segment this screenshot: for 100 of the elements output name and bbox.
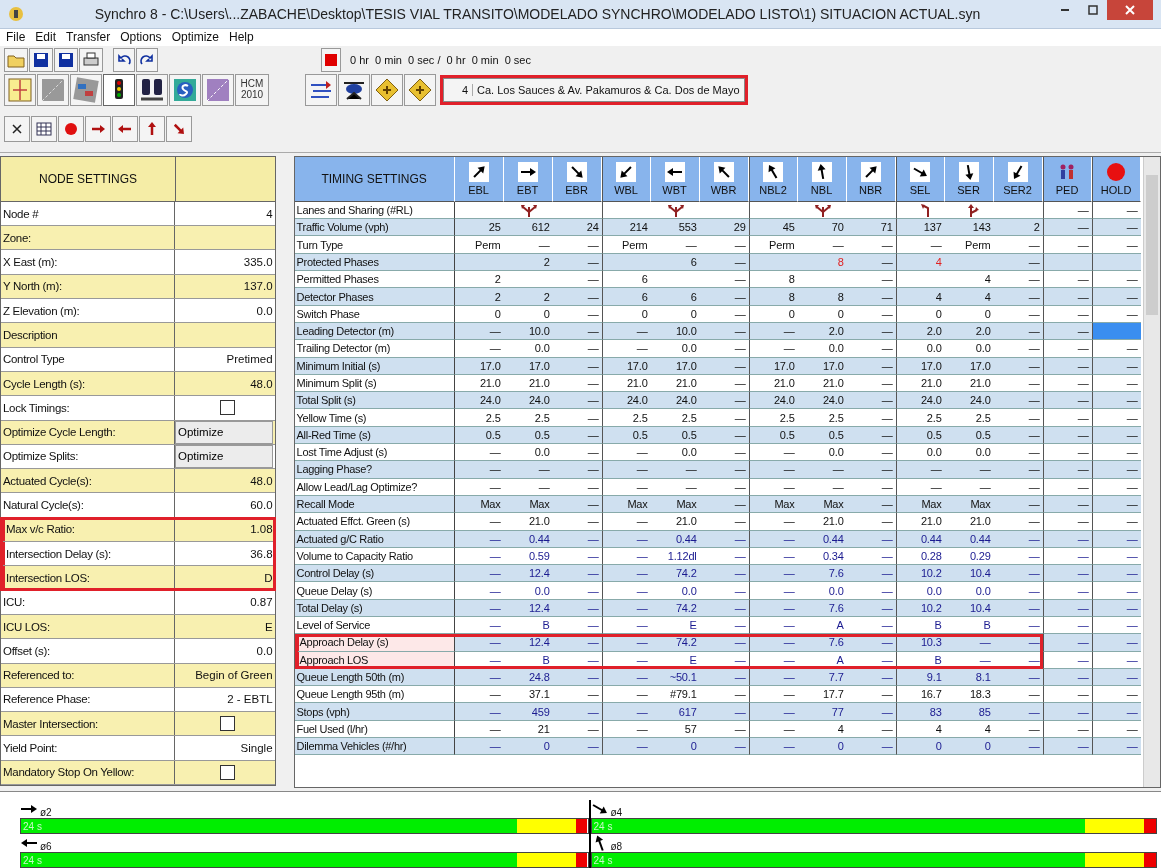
table-cell: 6: [650, 288, 700, 306]
table-cell: —: [1042, 461, 1092, 479]
stop-button[interactable]: [321, 47, 341, 72]
checkbox[interactable]: [219, 764, 235, 780]
table-cell: —: [1091, 288, 1141, 306]
table-cell: —: [993, 478, 1043, 496]
table-cell: —: [1042, 703, 1092, 721]
toolbar-button[interactable]: [79, 47, 103, 72]
toolbar-button[interactable]: [338, 73, 370, 106]
table-cell: —: [454, 340, 504, 358]
setting-value: 137.0: [243, 280, 273, 293]
toolbar-button[interactable]: [136, 73, 168, 106]
letter-s-icon: [172, 76, 198, 103]
table-cell: —: [993, 461, 1043, 479]
hold-icon: [1105, 161, 1128, 182]
node-selector[interactable]: 4 Ca. Los Sauces & Av. Pakamuros & Ca. Dos de Mayo: [443, 77, 745, 102]
toolbar-button[interactable]: [371, 73, 403, 106]
table-cell: —: [748, 513, 798, 531]
table-cell: —: [748, 617, 798, 635]
toolbar-button[interactable]: [404, 73, 436, 106]
close-node-button[interactable]: [4, 115, 30, 142]
redo-button[interactable]: [136, 47, 158, 72]
table-cell: 0.0: [797, 582, 847, 600]
undo-button[interactable]: [113, 47, 135, 72]
close-button[interactable]: [1107, 0, 1153, 20]
menu-item[interactable]: Edit: [35, 30, 57, 45]
row-label: Actuated Effct. Green (s): [294, 513, 455, 531]
table-cell: —: [1091, 565, 1141, 583]
table-cell: —: [748, 565, 798, 583]
table-cell: 6: [601, 288, 651, 306]
table-cell: 0: [601, 305, 651, 323]
toolbar-button[interactable]: [103, 73, 135, 106]
table-cell: —: [454, 617, 504, 635]
toolbar-button[interactable]: [54, 47, 78, 72]
table-cell: 24.0: [748, 392, 798, 410]
table-cell: —: [601, 478, 651, 496]
hcm-button[interactable]: HCM 2010: [235, 73, 269, 106]
table-cell: 0: [503, 738, 553, 756]
setting-label: Intersection LOS:: [1, 566, 175, 590]
row-label: Trailing Detector (m): [294, 340, 455, 358]
column-header: PED: [1042, 156, 1092, 202]
table-cell: —: [552, 236, 602, 254]
checkbox[interactable]: [219, 716, 235, 732]
menu-item[interactable]: Help: [228, 30, 254, 45]
setting-value: 36.8: [250, 547, 273, 560]
table-cell: 85: [944, 703, 994, 721]
table-cell: 137: [895, 219, 945, 237]
table-cell: —: [748, 703, 798, 721]
column-header: EBT: [503, 156, 553, 202]
setting-value: 48.0: [250, 474, 273, 487]
optimize-button[interactable]: Optimize: [175, 420, 273, 444]
table-cell: —: [944, 478, 994, 496]
setting-value: 0.0: [256, 644, 273, 657]
table-cell: —: [993, 513, 1043, 531]
close-icon: [12, 123, 22, 134]
direction-button[interactable]: [139, 115, 165, 142]
table-cell: —: [699, 461, 749, 479]
direction-button[interactable]: [112, 115, 138, 142]
column-header: EBL: [454, 156, 504, 202]
road-icon: [40, 76, 66, 103]
table-cell: 2.5: [944, 409, 994, 427]
table-cell: 74.2: [650, 565, 700, 583]
table-cell: —: [993, 738, 1043, 756]
checkbox[interactable]: [219, 400, 235, 416]
table-cell: 2.5: [797, 409, 847, 427]
table-cell: —: [552, 738, 602, 756]
table-cell: —: [846, 738, 896, 756]
row-label: Level of Service: [294, 617, 455, 635]
setting-label: Master Intersection:: [1, 712, 175, 736]
table-cell: —: [699, 738, 749, 756]
row-label: Turn Type: [294, 236, 455, 254]
table-cell: —: [699, 236, 749, 254]
table-cell: —: [993, 617, 1043, 635]
menu-item[interactable]: Options: [120, 30, 162, 45]
optimize-button[interactable]: Optimize: [175, 444, 273, 469]
menu-item[interactable]: Optimize: [171, 30, 219, 45]
phase-label: ø4: [610, 807, 623, 818]
table-cell: —: [1042, 219, 1092, 237]
table-cell: 4: [944, 288, 994, 306]
menu-item[interactable]: Transfer: [66, 30, 111, 45]
scrollbar[interactable]: [1143, 156, 1160, 787]
header-cell: TIMING SETTINGS: [294, 156, 455, 202]
node-button[interactable]: [58, 115, 84, 142]
table-cell: 0: [650, 738, 700, 756]
menu-item[interactable]: File: [6, 30, 26, 45]
table-cell: —: [1042, 738, 1092, 756]
toolbar-button[interactable]: [305, 73, 337, 106]
toolbar-button[interactable]: [29, 47, 53, 72]
calendar-button[interactable]: [31, 115, 57, 142]
dot-icon: [64, 121, 78, 136]
table-cell: 24: [552, 219, 602, 237]
table-cell: 2.5: [503, 409, 553, 427]
column-header: SER: [944, 156, 994, 202]
table-cell: 2.5: [454, 409, 504, 427]
direction-button[interactable]: [85, 115, 111, 142]
direction-button[interactable]: [166, 115, 192, 142]
table-cell: —: [993, 409, 1043, 427]
table-cell: 0.0: [503, 340, 553, 358]
table-cell: —: [1042, 288, 1092, 306]
table-cell: —: [454, 513, 504, 531]
